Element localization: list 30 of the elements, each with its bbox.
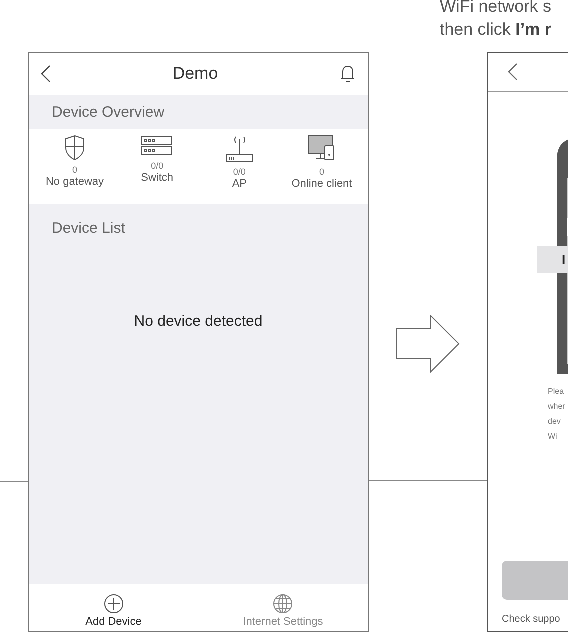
device-count: 0/0 [233,167,246,177]
bell-icon[interactable] [340,65,356,83]
shield-icon [64,135,86,161]
screen-title: Demo [172,64,218,84]
router-icon [224,135,255,163]
device-count: 0 [72,165,78,175]
section-heading: Device Overview [52,104,165,120]
instruction-line: Plea [548,386,566,398]
instruction-line: Wi [548,431,558,443]
instruction-line: wher [548,401,566,413]
instruction-text: WiFi network s [440,0,552,18]
instruction-line: dev [548,416,562,428]
device-count: 0/0 [151,161,164,171]
back-icon[interactable] [508,63,518,81]
section-heading: Device List [51,220,126,237]
device-type-label: No gateway [46,176,104,188]
right-arrow-icon [396,315,460,373]
back-icon[interactable] [41,65,51,83]
switch-icon [141,135,174,157]
empty-message: No device detected [133,313,264,330]
device-type-label: Switch [141,172,174,184]
plus-circle-icon [104,594,124,614]
device-count: 0 [319,167,324,177]
device-type-label: AP [232,178,247,190]
overlay-label: I [537,246,568,273]
support-link[interactable]: Check suppo [502,614,568,625]
device-type-label: Online client [292,178,352,190]
monitor-icon [308,135,336,163]
globe-icon [273,594,294,614]
instruction-text: then click I’m r [440,19,552,41]
